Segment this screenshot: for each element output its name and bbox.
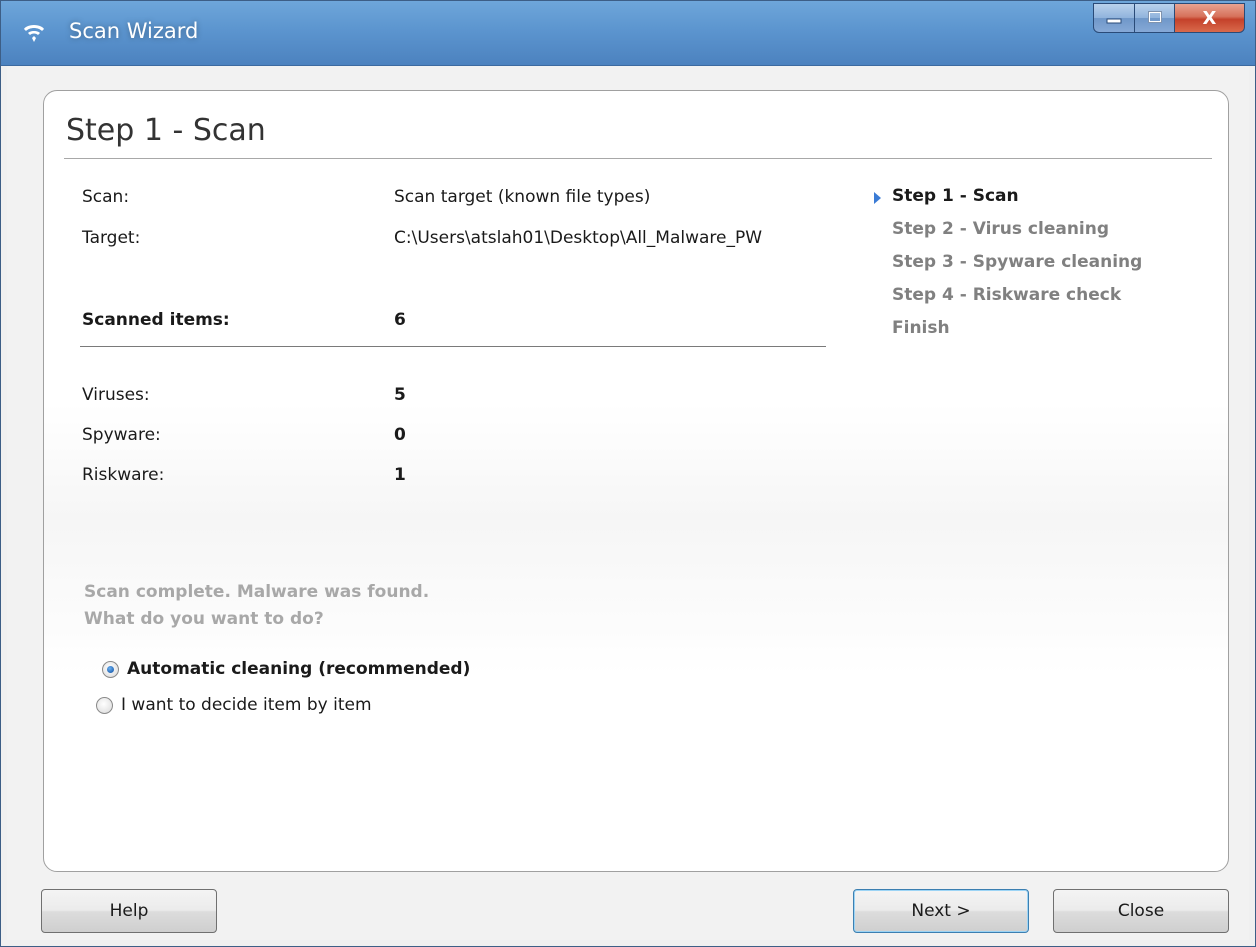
viruses-label: Viruses: [82, 385, 150, 405]
minimize-icon [1106, 9, 1122, 28]
target-label: Target: [82, 228, 141, 248]
spyware-value: 0 [394, 425, 406, 445]
page-title: Step 1 - Scan [66, 113, 266, 148]
content-panel: Step 1 - Scan Scan: Scan target (known f… [43, 90, 1229, 872]
step-finish: Finish [892, 318, 950, 338]
maximize-button[interactable] [1135, 3, 1175, 33]
riskware-label: Riskware: [82, 465, 165, 485]
automatic-cleaning-radio[interactable] [102, 660, 119, 678]
status-message: Scan complete. Malware was found. [84, 582, 430, 602]
maximize-icon [1147, 9, 1163, 28]
title-bar[interactable]: Scan Wizard X [1, 1, 1255, 66]
target-value: C:\Users\atslah01\Desktop\All_Malware_PW [394, 228, 763, 248]
current-step-arrow-icon [874, 192, 881, 204]
scan-label: Scan: [82, 187, 130, 207]
close-window-button[interactable]: X [1175, 3, 1245, 33]
step-scan: Step 1 - Scan [892, 186, 1019, 206]
status-question: What do you want to do? [84, 609, 324, 629]
automatic-cleaning-option[interactable]: Automatic cleaning (recommended) [102, 659, 470, 679]
spyware-label: Spyware: [82, 425, 161, 445]
wizard-body: Step 1 - Scan Scan: Scan target (known f… [7, 66, 1249, 940]
window-title: Scan Wizard [69, 19, 199, 43]
step-riskware-check: Step 4 - Riskware check [892, 285, 1122, 305]
manual-decision-label[interactable]: I want to decide item by item [121, 695, 372, 715]
manual-decision-option[interactable]: I want to decide item by item [96, 695, 372, 715]
riskware-value: 1 [394, 465, 406, 485]
summary-divider [80, 346, 826, 347]
manual-decision-radio[interactable] [96, 696, 113, 714]
minimize-button[interactable] [1093, 3, 1135, 33]
automatic-cleaning-label[interactable]: Automatic cleaning (recommended) [127, 659, 470, 679]
help-button[interactable]: Help [41, 889, 217, 933]
scan-value: Scan target (known file types) [394, 187, 651, 207]
scan-wizard-window: Scan Wizard X Step 1 - Scan Scan: Scan t… [0, 0, 1256, 947]
viruses-value: 5 [394, 385, 406, 405]
step-spyware-cleaning: Step 3 - Spyware cleaning [892, 252, 1143, 272]
scanned-items-value: 6 [394, 310, 406, 330]
shield-icon [21, 21, 47, 47]
step-virus-cleaning: Step 2 - Virus cleaning [892, 219, 1110, 239]
next-button[interactable]: Next > [853, 889, 1029, 933]
close-button[interactable]: Close [1053, 889, 1229, 933]
scanned-items-label: Scanned items: [82, 310, 230, 330]
title-divider [64, 158, 1212, 159]
close-icon: X [1202, 7, 1217, 29]
caption-buttons: X [1093, 3, 1245, 37]
